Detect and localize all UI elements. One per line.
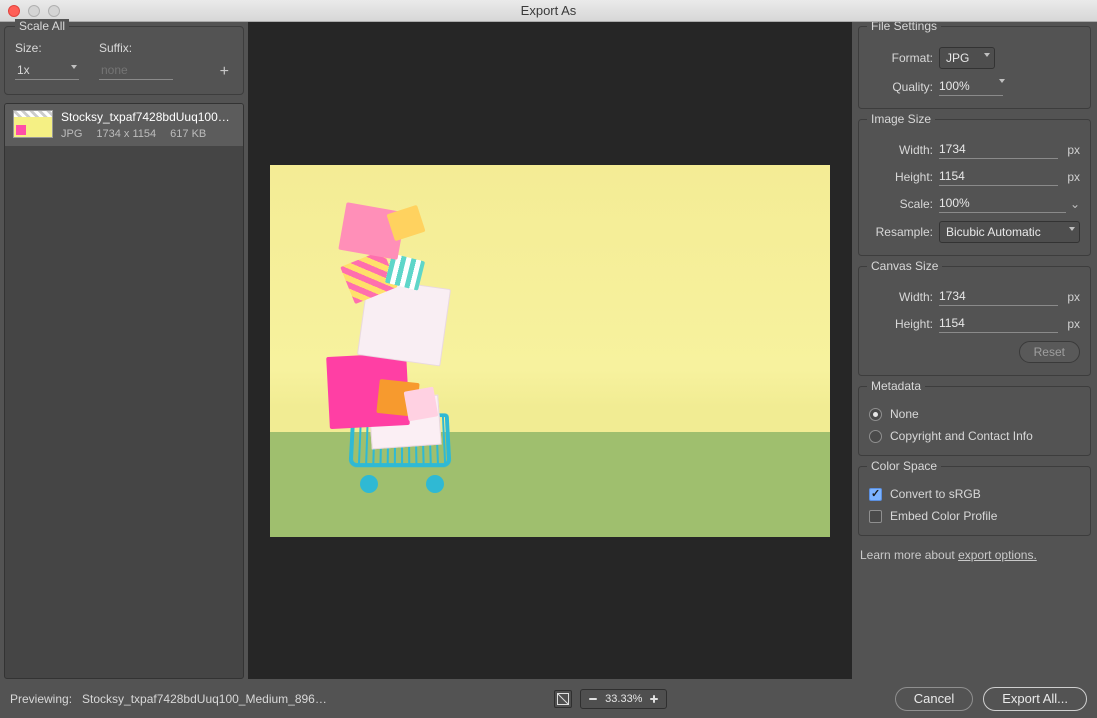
format-label: Format: xyxy=(869,51,939,65)
learn-more: Learn more about export options. xyxy=(858,548,1091,562)
cancel-button[interactable]: Cancel xyxy=(895,687,973,711)
image-size-group: Image Size Width: px Height: px Scale: ⌄… xyxy=(858,119,1091,256)
metadata-copyright-label: Copyright and Contact Info xyxy=(890,429,1033,443)
chevron-down-icon[interactable]: ⌄ xyxy=(1066,197,1080,211)
add-scale-button[interactable]: + xyxy=(216,64,233,80)
metadata-none-label: None xyxy=(890,407,919,421)
chevron-down-icon xyxy=(1069,227,1075,231)
metadata-group: Metadata None Copyright and Contact Info xyxy=(858,386,1091,456)
suffix-input[interactable] xyxy=(99,61,173,80)
asset-format: JPG xyxy=(61,128,82,140)
image-width-input[interactable] xyxy=(939,140,1058,159)
export-all-button[interactable]: Export All... xyxy=(983,687,1087,711)
unit-px: px xyxy=(1058,170,1080,184)
radio-icon[interactable] xyxy=(869,430,882,443)
zoom-controls[interactable]: 33.33% xyxy=(580,689,667,709)
chevron-down-icon xyxy=(984,53,990,57)
scale-label: Scale: xyxy=(869,197,939,211)
width-label: Width: xyxy=(869,143,939,157)
checkbox-icon[interactable] xyxy=(869,510,882,523)
embed-profile-label: Embed Color Profile xyxy=(890,509,997,523)
metadata-copyright-radio[interactable]: Copyright and Contact Info xyxy=(869,429,1080,443)
image-scale-input[interactable] xyxy=(939,194,1066,213)
preview-area xyxy=(248,22,852,679)
size-value[interactable] xyxy=(15,61,79,80)
zoom-value: 33.33% xyxy=(605,693,642,705)
size-label: Size: xyxy=(15,41,79,55)
learn-more-prefix: Learn more about xyxy=(860,548,958,562)
quality-label: Quality: xyxy=(869,80,939,94)
asset-dimensions: 1734 x 1154 xyxy=(96,128,156,140)
asset-item[interactable]: Stocksy_txpaf7428bdUuq100_… JPG 1734 x 1… xyxy=(5,104,243,146)
resample-label: Resample: xyxy=(869,225,939,239)
suffix-label: Suffix: xyxy=(99,41,173,55)
resample-select[interactable]: Bicubic Automatic xyxy=(939,221,1080,243)
unit-px: px xyxy=(1058,317,1080,331)
image-height-input[interactable] xyxy=(939,167,1058,186)
scale-all-legend: Scale All xyxy=(15,19,69,33)
convert-srgb-checkbox[interactable]: Convert to sRGB xyxy=(869,487,1080,501)
convert-srgb-label: Convert to sRGB xyxy=(890,487,981,501)
canvas-size-group: Canvas Size Width: px Height: px Reset xyxy=(858,266,1091,376)
file-settings-group: File Settings Format: JPG Quality: xyxy=(858,26,1091,109)
reset-button[interactable]: Reset xyxy=(1019,341,1080,363)
canvas-size-legend: Canvas Size xyxy=(867,259,942,273)
asset-thumbnail xyxy=(13,110,53,138)
quality-input[interactable] xyxy=(939,77,1003,96)
file-settings-legend: File Settings xyxy=(867,22,941,33)
unit-px: px xyxy=(1058,290,1080,304)
asset-filesize: 617 KB xyxy=(170,128,206,140)
canvas-height-input[interactable] xyxy=(939,314,1058,333)
canvas-width-label: Width: xyxy=(869,290,939,304)
right-panel: File Settings Format: JPG Quality: xyxy=(852,22,1097,679)
titlebar: Export As xyxy=(0,0,1097,22)
height-label: Height: xyxy=(869,170,939,184)
learn-more-link[interactable]: export options. xyxy=(958,548,1037,562)
radio-icon[interactable] xyxy=(869,408,882,421)
resample-value: Bicubic Automatic xyxy=(946,225,1041,239)
chevron-down-icon[interactable] xyxy=(999,79,1005,83)
left-panel: Scale All Size: Suffix: + Stoc xyxy=(0,22,248,679)
size-select[interactable] xyxy=(15,61,79,80)
format-value: JPG xyxy=(946,51,969,65)
color-space-group: Color Space Convert to sRGB Embed Color … xyxy=(858,466,1091,536)
previewing-label: Previewing: xyxy=(10,692,72,706)
asset-list[interactable]: Stocksy_txpaf7428bdUuq100_… JPG 1734 x 1… xyxy=(4,103,244,679)
image-size-legend: Image Size xyxy=(867,112,935,126)
metadata-legend: Metadata xyxy=(867,379,925,393)
footer: Previewing: Stocksy_txpaf7428bdUuq100_Me… xyxy=(0,679,1097,718)
canvas-height-label: Height: xyxy=(869,317,939,331)
metadata-none-radio[interactable]: None xyxy=(869,407,1080,421)
unit-px: px xyxy=(1058,143,1080,157)
zoom-in-button[interactable] xyxy=(648,693,660,705)
canvas-width-input[interactable] xyxy=(939,287,1058,306)
color-space-legend: Color Space xyxy=(867,459,941,473)
embed-profile-checkbox[interactable]: Embed Color Profile xyxy=(869,509,1080,523)
format-select[interactable]: JPG xyxy=(939,47,995,69)
checkbox-icon[interactable] xyxy=(869,488,882,501)
window-title: Export As xyxy=(0,3,1097,18)
zoom-out-button[interactable] xyxy=(587,693,599,705)
asset-name: Stocksy_txpaf7428bdUuq100_… xyxy=(61,110,235,124)
previewing-file: Stocksy_txpaf7428bdUuq100_Medium_896… xyxy=(82,692,327,706)
preview-image xyxy=(270,165,830,537)
two-up-view-button[interactable] xyxy=(554,690,572,708)
scale-all-group: Scale All Size: Suffix: + xyxy=(4,26,244,95)
